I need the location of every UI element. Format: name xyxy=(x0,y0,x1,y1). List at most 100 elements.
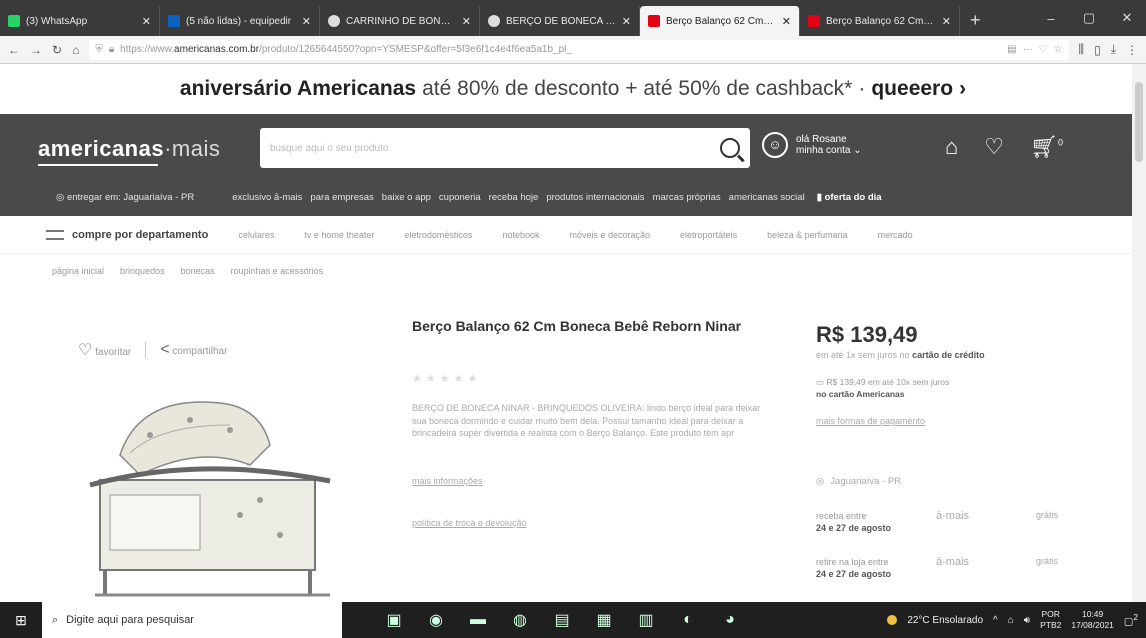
home-icon[interactable]: ⌂ xyxy=(72,43,79,57)
pocket-icon[interactable]: ♡ xyxy=(1039,44,1048,55)
mail-icon xyxy=(168,15,180,27)
nav-item[interactable]: marcas próprias xyxy=(653,192,721,203)
notifications-icon[interactable]: ▢2 xyxy=(1124,612,1138,627)
tab-title: (5 não lidas) - equipedir xyxy=(186,15,292,27)
share-button[interactable]: < compartilhar xyxy=(160,341,227,359)
heart-icon[interactable]: ♡ xyxy=(984,134,1004,160)
close-icon[interactable]: ✕ xyxy=(142,15,151,28)
edge-icon[interactable]: ◐ xyxy=(676,608,700,632)
nav-item[interactable]: receba hoje xyxy=(489,192,539,203)
breadcrumb-item[interactable]: bonecas xyxy=(181,266,215,276)
network-icon[interactable]: ⌂ xyxy=(1008,615,1014,626)
maximize-icon[interactable]: ▢ xyxy=(1070,10,1108,26)
forward-icon[interactable]: → xyxy=(30,43,42,57)
store-icon[interactable]: ⌂ xyxy=(945,134,958,160)
mail-app-icon[interactable]: ▤ xyxy=(550,608,574,632)
rating-stars[interactable]: ★★★★★ xyxy=(412,372,481,385)
category-link[interactable]: celulares xyxy=(238,230,274,240)
promo-cta[interactable]: queeero xyxy=(871,77,953,101)
category-link[interactable]: tv e home theater xyxy=(304,230,374,240)
tab-berco[interactable]: BERÇO DE BONECA Fo... ✕ xyxy=(480,6,640,36)
close-icon[interactable]: ✕ xyxy=(622,15,631,28)
close-icon[interactable]: ✕ xyxy=(942,15,951,28)
new-tab-button[interactable]: + xyxy=(960,6,991,36)
close-window-icon[interactable]: ✕ xyxy=(1108,10,1146,26)
category-link[interactable]: móveis e decoração xyxy=(569,230,650,240)
sidebar-icon[interactable]: ▯ xyxy=(1094,43,1101,57)
star-icon[interactable]: ☆ xyxy=(1054,44,1063,55)
more-icon[interactable]: ··· xyxy=(1023,44,1033,55)
nav-item[interactable]: baixe o app xyxy=(382,192,431,203)
category-link[interactable]: beleza & perfumaria xyxy=(767,230,848,240)
breadcrumb-item[interactable]: roupinhas e acessórios xyxy=(231,266,324,276)
clock[interactable]: 10:49 17/08/2021 xyxy=(1071,609,1114,631)
category-link[interactable]: eletrodomésticos xyxy=(404,230,472,240)
department-menu[interactable]: compre por departamento xyxy=(46,229,208,241)
browser-icon[interactable]: ◍ xyxy=(508,608,532,632)
product-image[interactable] xyxy=(80,385,340,600)
tab-berco-balanco-2[interactable]: Berço Balanço 62 Cm B... ✕ xyxy=(800,6,960,36)
scrollbar-thumb[interactable] xyxy=(1135,82,1143,162)
library-icon[interactable]: ⫼ xyxy=(1079,42,1085,57)
word-icon[interactable]: ▥ xyxy=(634,608,658,632)
nav-item[interactable]: para empresas xyxy=(310,192,373,203)
taskbar-search-input[interactable]: ⌕ Digite aqui para pesquisar xyxy=(42,602,342,638)
minimize-icon[interactable]: – xyxy=(1032,11,1070,26)
language-code: POR xyxy=(1041,609,1060,619)
delivery-location[interactable]: ◎ entregar em: Jaguariaíva - PR xyxy=(56,192,194,203)
shield-icon: ⛨ xyxy=(95,44,103,55)
nav-item[interactable]: cuponeria xyxy=(439,192,481,203)
promo-banner[interactable]: aniversário Americanas até 80% de descon… xyxy=(0,64,1146,114)
address-bar[interactable]: ⛨ 🔒︎ https://www.americanas.com.br/produ… xyxy=(89,39,1069,60)
more-info-link[interactable]: mais informações xyxy=(412,476,483,486)
reload-icon[interactable]: ↻ xyxy=(52,43,62,57)
shipping-location[interactable]: ◎ Jaguariaíva - PR xyxy=(816,476,901,487)
close-icon[interactable]: ✕ xyxy=(302,15,311,28)
shipping-cost: grátis xyxy=(1036,556,1059,566)
tab-whatsapp[interactable]: (3) WhatsApp ✕ xyxy=(0,6,160,36)
category-link[interactable]: eletroportáteis xyxy=(680,230,737,240)
chevron-up-icon[interactable]: ^ xyxy=(993,615,998,626)
breadcrumb-item[interactable]: página inicial xyxy=(52,266,104,276)
page-scrollbar[interactable] xyxy=(1132,64,1146,602)
shipping-option[interactable]: retire na loja entre 24 e 27 de agosto ā-… xyxy=(816,556,1096,580)
cart-count: 0 xyxy=(1057,137,1063,148)
tab-email[interactable]: (5 não lidas) - equipedir ✕ xyxy=(160,6,320,36)
tab-berco-balanco-active[interactable]: Berço Balanço 62 Cm B... ✕ xyxy=(640,6,800,36)
firefox-icon[interactable]: ◕ xyxy=(718,608,742,632)
shipping-option[interactable]: receba entre 24 e 27 de agosto ā-mais grá… xyxy=(816,510,1096,534)
returns-policy-link[interactable]: política de troca e devolução xyxy=(412,518,527,528)
nav-item[interactable]: americanas social xyxy=(729,192,805,203)
category-link[interactable]: notebook xyxy=(502,230,539,240)
payment-methods-link[interactable]: mais formas de pagamento xyxy=(816,416,925,426)
taskbar-search-placeholder: Digite aqui para pesquisar xyxy=(66,614,194,626)
excel-icon[interactable]: ▦ xyxy=(592,608,616,632)
language-indicator[interactable]: POR PTB2 xyxy=(1040,609,1061,631)
task-view-icon[interactable]: ▣ xyxy=(382,608,406,632)
account-menu[interactable]: ☺ olá Rosane minha conta ⌄ xyxy=(762,132,862,158)
category-link[interactable]: mercado xyxy=(878,230,913,240)
back-icon[interactable]: ← xyxy=(8,43,20,57)
breadcrumb-item[interactable]: brinquedos xyxy=(120,266,165,276)
store-card-offer: ▭ R$ 139,49 em até 10x sem juros no cart… xyxy=(816,376,1056,400)
americanas-logo[interactable]: americanas·mais xyxy=(38,136,220,166)
nav-item[interactable]: exclusivo ā-mais xyxy=(232,192,302,203)
files-icon[interactable]: ▬ xyxy=(466,608,490,632)
close-icon[interactable]: ✕ xyxy=(782,15,791,28)
reader-icon[interactable]: ▤ xyxy=(1007,44,1016,55)
windows-start-icon[interactable]: ⊞ xyxy=(0,602,42,638)
chrome-icon[interactable]: ◉ xyxy=(424,608,448,632)
tab-carrinho[interactable]: CARRINHO DE BONECA ✕ xyxy=(320,6,480,36)
google-icon xyxy=(328,15,340,27)
favorite-button[interactable]: ♡ favoritar xyxy=(78,340,131,360)
volume-icon[interactable]: 🔊︎ xyxy=(1024,615,1030,626)
download-icon[interactable]: ⤓ xyxy=(1111,42,1116,57)
weather-text[interactable]: 22°C Ensolarado xyxy=(907,615,983,626)
deal-of-day-link[interactable]: ▮ oferta do dia xyxy=(817,192,882,203)
extensions-icon[interactable]: ⋮ xyxy=(1126,43,1138,57)
close-icon[interactable]: ✕ xyxy=(462,15,471,28)
nav-item[interactable]: produtos internacionais xyxy=(546,192,644,203)
search-icon[interactable] xyxy=(720,138,740,158)
cart-icon[interactable]: 🛒︎0 xyxy=(1030,134,1063,160)
search-input[interactable]: busque aqui o seu produto xyxy=(260,128,750,168)
